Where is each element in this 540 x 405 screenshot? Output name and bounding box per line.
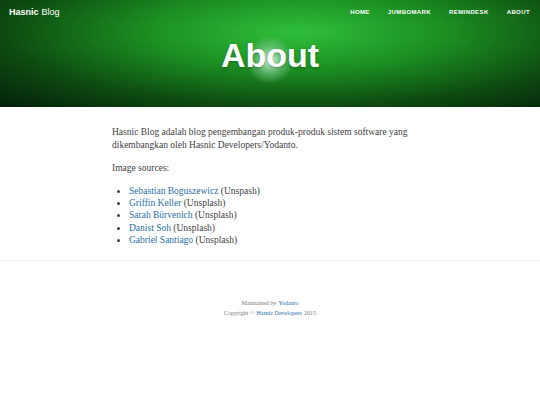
source-link[interactable]: Sarah Bürvenich: [129, 210, 193, 220]
maintained-line: Maintained byYodanto: [242, 299, 299, 309]
content: Hasnic Blog adalah blog pengembangan pro…: [112, 107, 428, 260]
source-suffix: (Unsplash): [173, 223, 215, 233]
source-suffix: (Unsplash): [195, 210, 237, 220]
divider: [0, 260, 540, 261]
source-suffix: (Unsplash): [184, 198, 226, 208]
sources-list: Sebastian Boguszewicz (Unspash)Griffin K…: [112, 185, 428, 246]
nav-link[interactable]: REMINDESK: [449, 9, 489, 15]
source-item: Griffin Keller (Unsplash): [129, 197, 428, 209]
source-link[interactable]: Gabriel Santiago: [129, 235, 193, 245]
footer: Maintained byYodantoCopyright ©Hasnic De…: [0, 261, 540, 318]
maintained-label: Maintained by: [242, 299, 277, 309]
copyright-label: Copyright ©: [224, 309, 254, 319]
nav-list: HOME JUMBOMARK REMINDESK ABOUT: [350, 9, 530, 15]
nav-link[interactable]: JUMBOMARK: [388, 9, 431, 15]
page-title: About: [221, 36, 319, 75]
nav-link[interactable]: HOME: [350, 9, 370, 15]
source-link[interactable]: Griffin Keller: [129, 198, 181, 208]
hero-header: HasnicBlog HOME JUMBOMARK REMINDESK ABOUT Abo…: [0, 0, 540, 107]
navbar: HasnicBlog HOME JUMBOMARK REMINDESK ABOUT: [0, 0, 540, 17]
source-item: Sarah Bürvenich (Unsplash): [129, 209, 428, 221]
sources-label: Image sources:: [112, 162, 428, 175]
intro-paragraph: Hasnic Blog adalah blog pengembangan pro…: [112, 126, 428, 152]
maintainer-link[interactable]: Yodanto: [278, 299, 298, 309]
brand-bold: Hasnic: [9, 7, 39, 17]
brand-rest: Blog: [42, 7, 60, 17]
source-link[interactable]: Sebastian Boguszewicz: [129, 186, 218, 196]
source-item: Danist Soh (Unsplash): [129, 222, 428, 234]
page: HasnicBlog HOME JUMBOMARK REMINDESK ABOUT Abo…: [0, 0, 540, 405]
source-link[interactable]: Danist Soh: [129, 223, 171, 233]
title-wrap: About: [0, 17, 540, 107]
source-item: Sebastian Boguszewicz (Unspash): [129, 185, 428, 197]
nav-link[interactable]: ABOUT: [507, 9, 530, 15]
source-suffix: (Unspash): [221, 186, 260, 196]
brand-link[interactable]: HasnicBlog: [9, 7, 60, 17]
copyright-year: 2015: [304, 309, 316, 319]
copyright-line: Copyright ©Hasnic Developers2015: [224, 309, 316, 319]
company-link[interactable]: Hasnic Developers: [256, 309, 301, 319]
source-item: Gabriel Santiago (Unsplash): [129, 234, 428, 246]
source-suffix: (Unsplash): [195, 235, 237, 245]
